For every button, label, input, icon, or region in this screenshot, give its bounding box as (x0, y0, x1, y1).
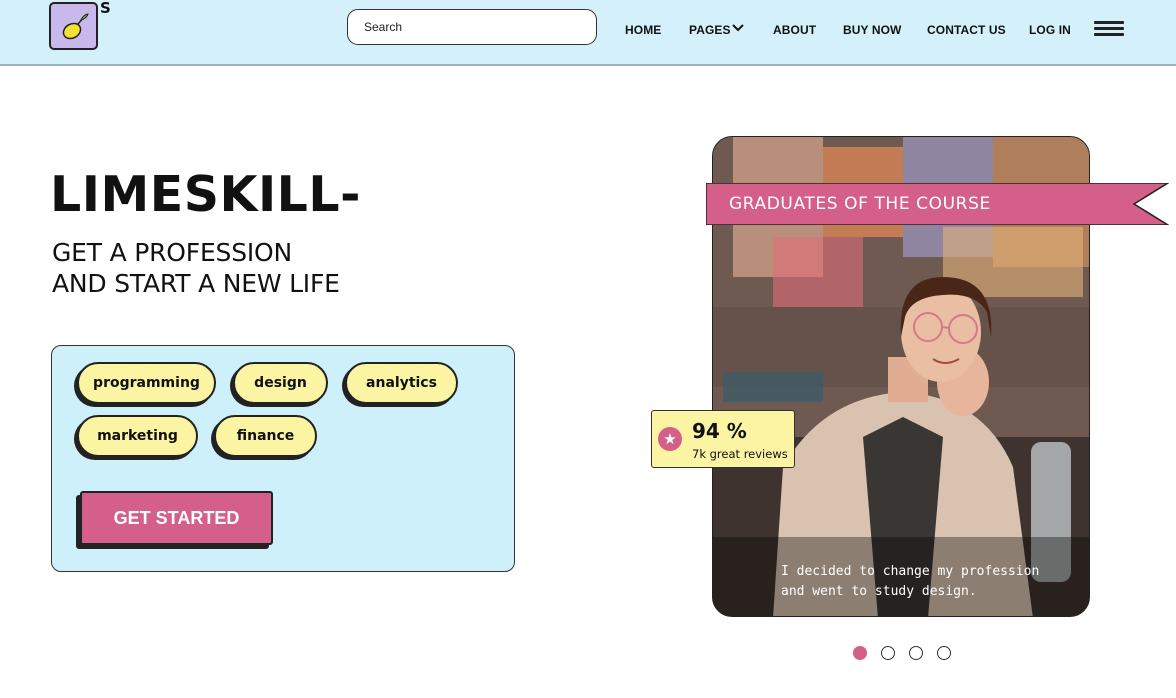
quote-line-2: and went to study design. (781, 584, 977, 599)
nav-contact-us[interactable]: CONTACT US (927, 23, 1006, 37)
nav-buy-now[interactable]: BUY NOW (843, 23, 901, 37)
skill-tag-analytics[interactable]: analytics (345, 362, 458, 404)
nav-pages[interactable]: PAGES (689, 23, 731, 37)
nav-log-in[interactable]: LOG IN (1029, 23, 1071, 37)
quote-line-1: I decided to change my profession (781, 564, 1040, 579)
rating-caption: 7k great reviews (692, 447, 788, 461)
carousel-dot[interactable] (909, 646, 923, 660)
graduates-ribbon-label: GRADUATES OF THE COURSE (729, 194, 991, 214)
rating-value: 94 % (692, 419, 747, 443)
brand-title: LIMESKILL- (50, 166, 361, 223)
skill-tag-programming[interactable]: programming (77, 362, 216, 404)
carousel-dot[interactable] (937, 646, 951, 660)
star-icon: ★ (658, 427, 682, 451)
skill-tag-finance[interactable]: finance (214, 415, 317, 457)
rating-badge: ★ 94 % 7k great reviews (651, 410, 795, 468)
carousel-dot[interactable] (853, 646, 867, 660)
get-started-button[interactable]: GET STARTED (80, 491, 273, 545)
logo-letter: S (100, 0, 111, 17)
carousel-dot[interactable] (881, 646, 895, 660)
skill-tag-marketing[interactable]: marketing (77, 415, 198, 457)
nav-home[interactable]: HOME (625, 23, 661, 37)
skill-tag-design[interactable]: design (233, 362, 328, 404)
nav-about[interactable]: ABOUT (773, 23, 816, 37)
search-input[interactable] (347, 9, 597, 45)
tagline-line-1: GET A PROFESSION (52, 238, 293, 267)
site-header: S HOME PAGES ABOUT BUY NOW CONTACT US LO… (0, 0, 1176, 66)
tagline-line-2: AND START A NEW LIFE (52, 269, 340, 298)
hamburger-menu-icon[interactable] (1094, 21, 1124, 37)
graduate-quote: I decided to change my profession and we… (781, 562, 1081, 602)
chevron-down-icon[interactable] (731, 22, 745, 34)
lemon-logo-icon (62, 13, 89, 40)
site-logo[interactable] (49, 2, 98, 50)
